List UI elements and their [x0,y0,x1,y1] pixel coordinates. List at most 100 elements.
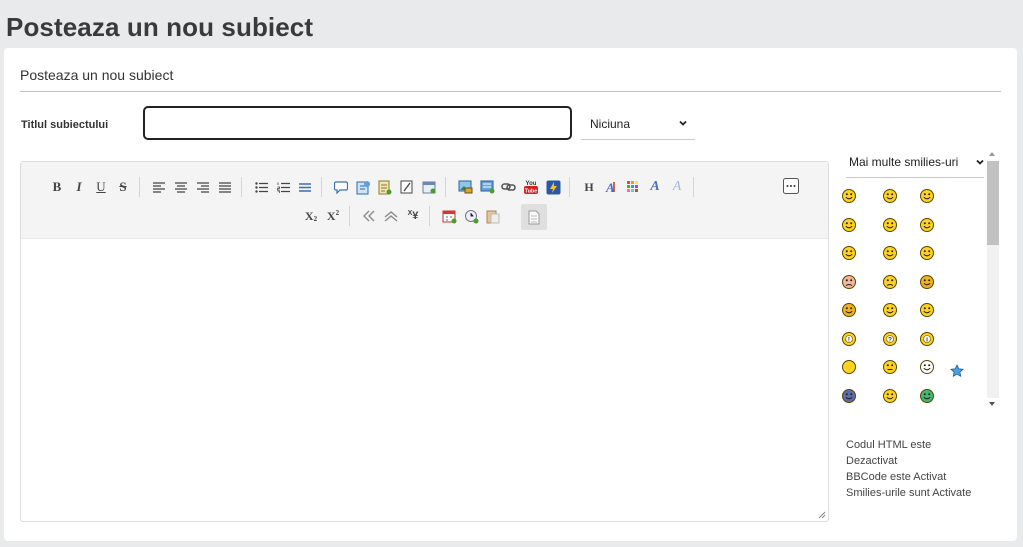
smiley-surprised-icon[interactable] [841,217,857,233]
date-button[interactable] [439,206,459,226]
chevron-down-icon [679,120,687,126]
align-left-button[interactable] [149,177,169,197]
align-left-icon [153,181,165,193]
message-textarea[interactable] [21,239,828,521]
scroll-down-icon[interactable] [988,400,996,408]
scroll-thumb[interactable] [987,161,999,245]
character-map-button[interactable]: X ¥ [403,206,423,226]
smiley-nerd-icon[interactable] [882,302,898,318]
youtube-button[interactable]: You Tube [521,177,541,197]
smiley-neutral-icon[interactable] [882,359,898,375]
image-host-button[interactable] [477,177,497,197]
smiley-star-icon[interactable] [949,363,965,379]
code-button[interactable] [353,177,373,197]
smiley-tongue-icon[interactable] [919,245,935,261]
flash-button[interactable] [543,177,563,197]
smiley-green-face-icon[interactable] [919,388,935,404]
bbcode-status: BBCode este Activat [846,471,947,483]
horizontal-rule-button[interactable] [295,177,315,197]
bullet-list-button[interactable] [251,177,271,197]
italic-button[interactable]: I [69,177,89,197]
color-palette-icon [627,181,638,192]
toolbar-separator [241,177,242,197]
smiley-grin-icon[interactable] [841,188,857,204]
smiley-laugh-icon[interactable] [841,245,857,261]
align-right-icon [197,181,209,193]
image-icon [458,180,472,194]
subject-input[interactable] [143,106,572,140]
smiley-idea-icon[interactable]: i [919,331,935,347]
paste-button[interactable] [483,206,503,226]
bold-button[interactable]: B [47,177,67,197]
smiley-alien-icon[interactable] [919,359,935,375]
panel-heading: Posteaza un nou subiect [20,67,174,83]
more-smilies-select[interactable]: Mai multe smilies-uri [846,148,984,178]
ltr-icon [363,210,375,222]
toolbar-separator [429,206,430,226]
smilies-scrollbar[interactable] [984,148,1000,410]
speech-bubble-icon [334,180,348,194]
justify-icon [219,181,231,193]
rtl-button[interactable] [381,206,401,226]
hide-button[interactable] [419,177,439,197]
image-upload-icon [480,180,494,194]
svg-text:Tube: Tube [525,189,538,195]
document-icon [378,180,392,194]
smiley-confused-icon[interactable] [919,188,935,204]
smiley-sad-icon[interactable] [841,274,857,290]
smiley-plain-icon[interactable] [841,359,857,375]
smiley-cool-icon[interactable] [919,217,935,233]
smiley-devil-icon[interactable] [919,274,935,290]
superscript-button[interactable]: X2 [323,206,343,226]
page-title: Posteaza un nou subiect [6,12,314,42]
link-icon [501,183,516,191]
scroll-up-icon[interactable] [988,150,996,158]
numbered-list-button[interactable] [273,177,293,197]
smiley-cat-mad-icon[interactable] [841,302,857,318]
underline-button[interactable]: U [91,177,111,197]
window-icon [422,181,436,193]
svg-text:!: ! [848,336,850,343]
topic-icon-select[interactable]: Niciuna [581,107,695,140]
table-button[interactable] [375,177,395,197]
smiley-sigh-icon[interactable] [882,274,898,290]
more-smilies-label: Mai multe smilies-uri [849,155,959,169]
heading-button[interactable]: H [579,177,599,197]
font-button[interactable]: A [645,177,665,197]
link-button[interactable] [499,177,519,197]
page-icon [528,210,540,224]
font-size-button[interactable]: A [601,177,621,197]
smiley-smirk-icon[interactable] [919,302,935,318]
clock-icon [464,209,478,223]
justify-button[interactable] [215,177,235,197]
smiley-heart-face-icon[interactable] [882,388,898,404]
resize-handle-icon[interactable] [818,511,826,519]
more-button[interactable] [781,176,801,196]
source-button[interactable] [521,204,547,230]
smiley-smile-icon[interactable] [882,188,898,204]
smiley-question-icon[interactable]: ? [882,331,898,347]
editor-toolbar: B I U S You Tube H A A A X 2 X 2 X ¥ [21,162,828,239]
smiley-exclaim-icon[interactable]: ! [841,331,857,347]
align-center-button[interactable] [171,177,191,197]
bullet-list-icon [254,181,268,193]
align-right-button[interactable] [193,177,213,197]
subscript-button[interactable]: X2 [301,206,321,226]
smiley-glasses-icon[interactable] [882,217,898,233]
strikethrough-button[interactable]: S [113,177,133,197]
smiley-ninja-icon[interactable] [841,388,857,404]
quote-button[interactable] [331,177,351,197]
remove-format-button[interactable]: A [667,177,687,197]
spoiler-button[interactable] [397,177,417,197]
smiley-wink-icon[interactable] [882,245,898,261]
image-button[interactable] [455,177,475,197]
time-button[interactable] [461,206,481,226]
flash-icon [546,180,560,194]
clipboard-icon [486,210,500,223]
rtl-icon [384,211,398,222]
color-button[interactable] [623,177,643,197]
horizontal-rule-icon [299,182,311,192]
ltr-button[interactable] [359,206,379,226]
svg-text:?: ? [888,336,892,343]
align-center-icon [175,181,187,193]
